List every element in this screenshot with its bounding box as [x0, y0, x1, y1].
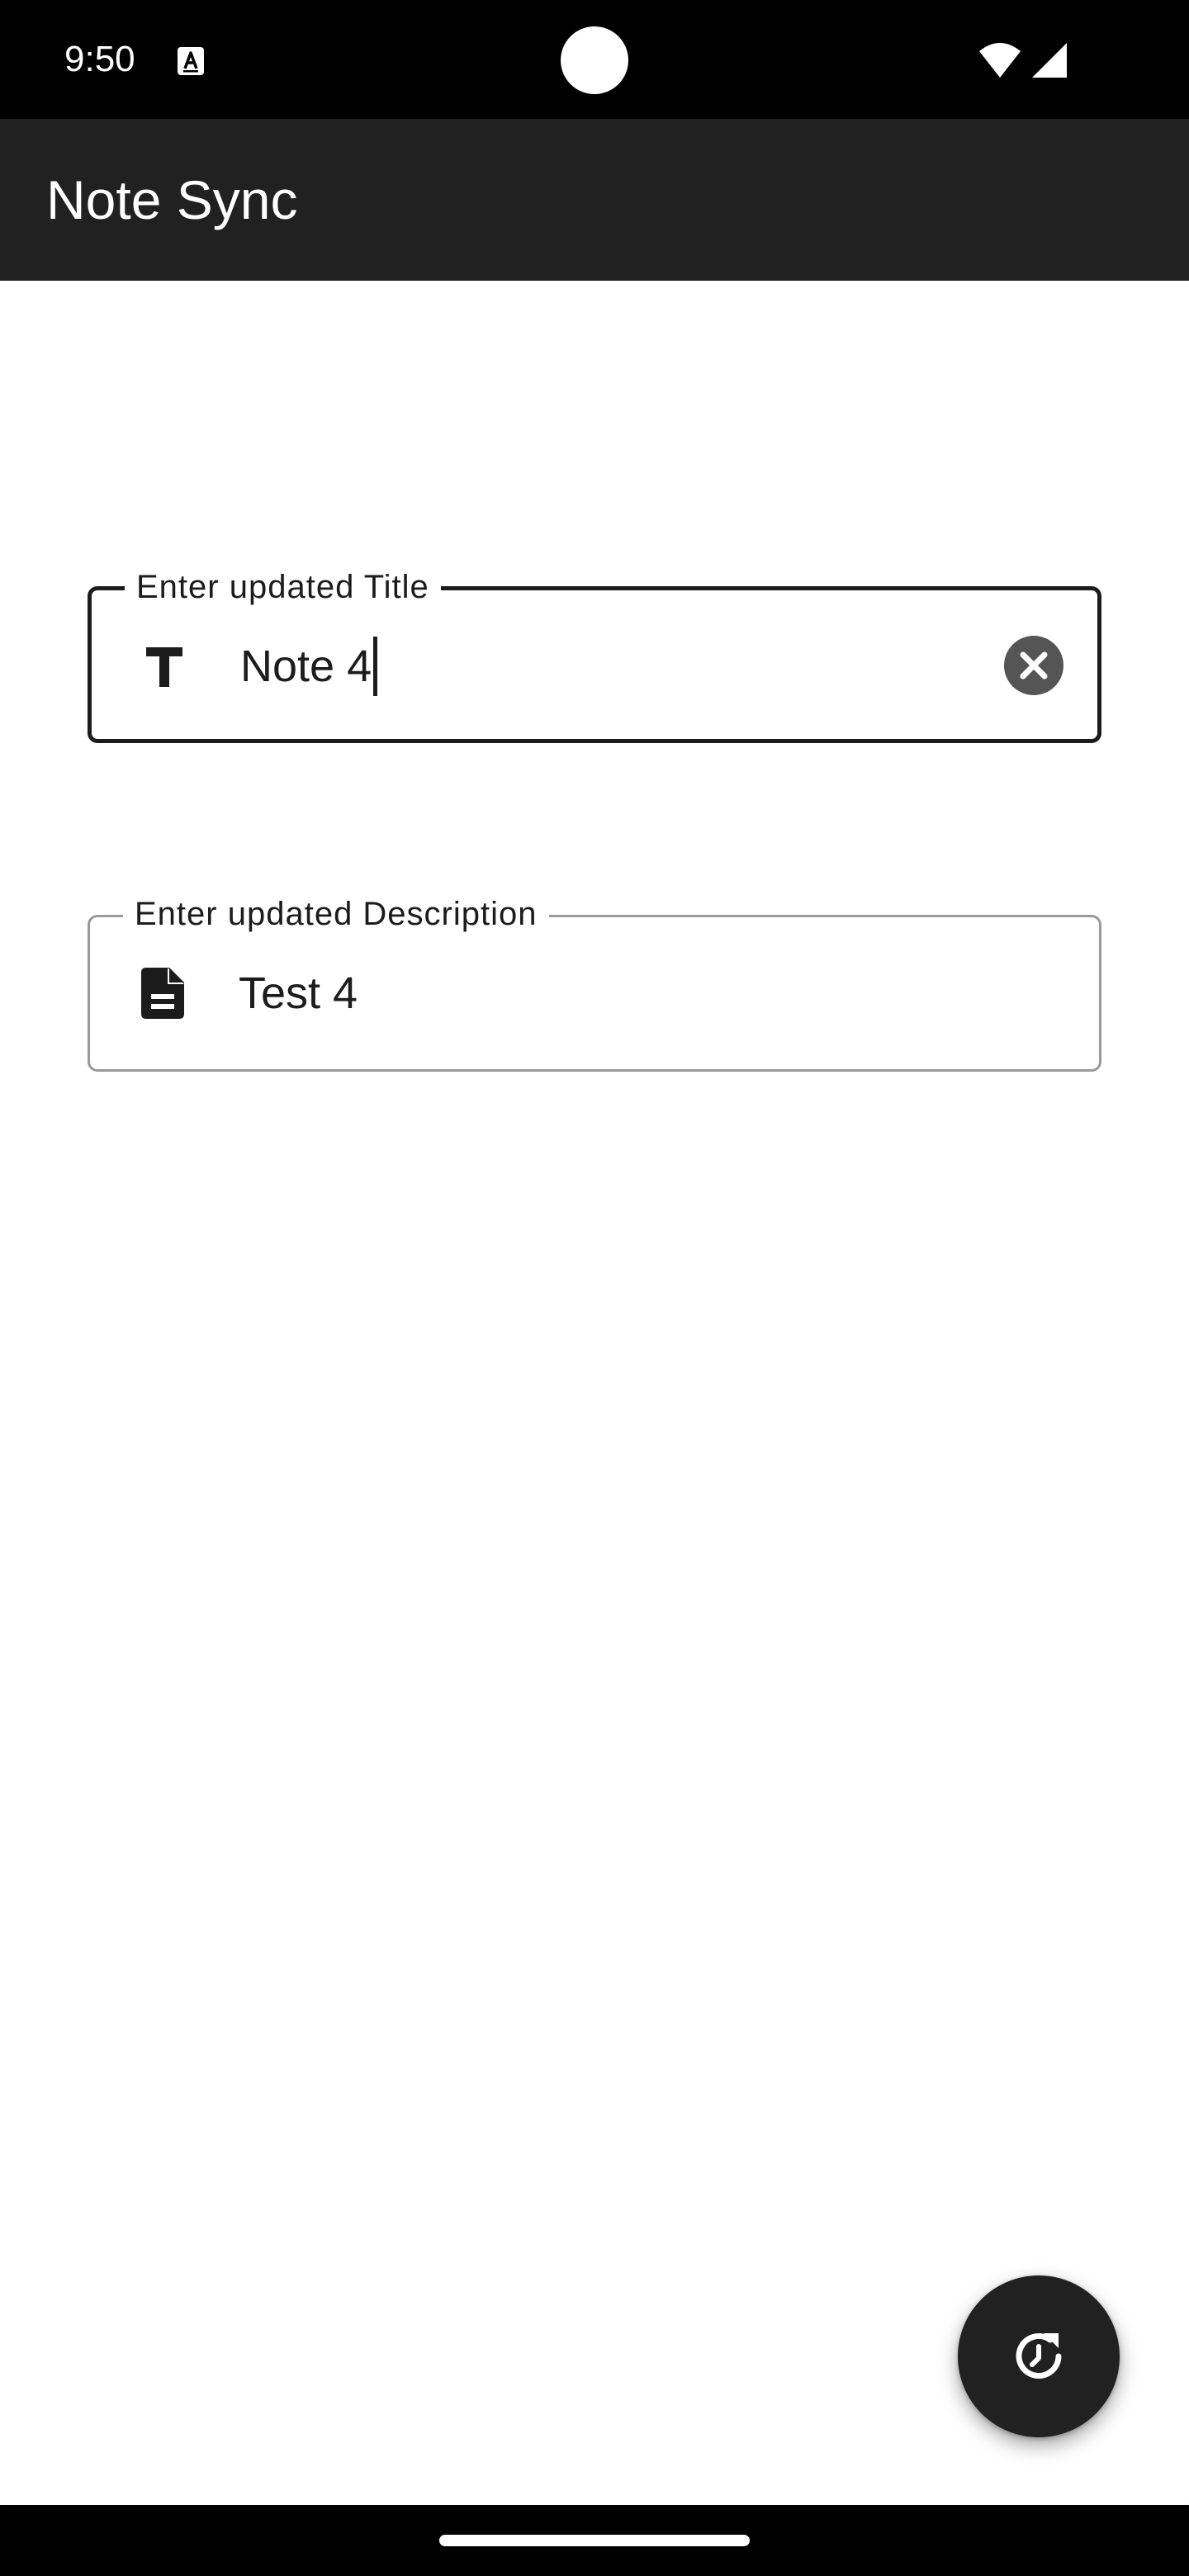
screen: 9:50 Note Sync Enter updated Title Note …: [0, 0, 1189, 2576]
status-time: 9:50: [64, 39, 135, 79]
title-input-field[interactable]: Enter updated Title Note 4: [88, 567, 1101, 743]
clear-icon[interactable]: [1003, 635, 1064, 696]
description-input-field[interactable]: Enter updated Description Test 4: [88, 894, 1101, 1072]
camera-cutout: [561, 26, 628, 94]
title-text-icon: [146, 647, 182, 687]
navigation-bar: [0, 2505, 1189, 2576]
home-gesture-handle[interactable]: [439, 2535, 750, 2546]
title-field-label: Enter updated Title: [125, 567, 441, 607]
text-cursor: [373, 636, 378, 696]
update-note-button[interactable]: [958, 2275, 1120, 2437]
update-icon: [1016, 2333, 1062, 2379]
cell-signal-icon: [1032, 43, 1067, 78]
title-input-value[interactable]: Note 4: [240, 636, 378, 696]
wifi-icon: [979, 43, 1021, 78]
app-title: Note Sync: [46, 169, 298, 230]
document-icon: [141, 968, 184, 1019]
content-area: Enter updated Title Note 4 Enter updated…: [0, 281, 1189, 2505]
autofill-a-icon: [178, 47, 204, 75]
title-input-text: Note 4: [240, 642, 372, 691]
description-field-label: Enter updated Description: [123, 894, 549, 934]
status-bar: 9:50: [0, 0, 1189, 119]
app-bar: Note Sync: [0, 119, 1189, 281]
description-input-value[interactable]: Test 4: [239, 965, 358, 1021]
